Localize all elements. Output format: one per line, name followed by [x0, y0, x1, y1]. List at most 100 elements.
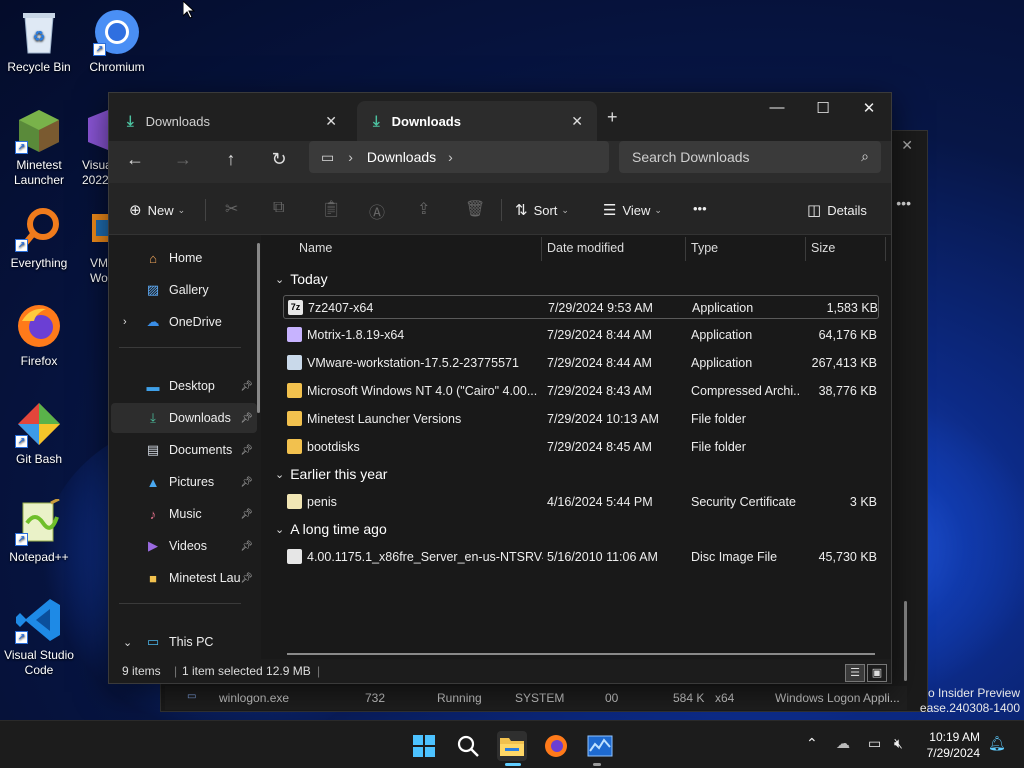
table-row[interactable]: 4.00.1175.1_x86fre_Server_en-us-NTSRV40 …	[283, 545, 879, 569]
desktop-icon-vscode[interactable]: ↗ Visual Studio Code	[1, 596, 77, 678]
taskbar-task-manager[interactable]	[585, 731, 615, 761]
column-divider[interactable]	[541, 237, 542, 261]
chevron-down-icon: ⌄	[561, 204, 569, 215]
sidebar-item-downloads[interactable]: ⤓ Downloads 📌︎	[111, 403, 257, 433]
tab-downloads-1[interactable]: ⤓ Downloads ✕	[111, 101, 351, 141]
pin-icon[interactable]: 📌︎	[240, 445, 253, 456]
sidebar-item-pictures[interactable]: ▲ Pictures 📌︎	[111, 467, 257, 497]
see-more-button[interactable]: •••	[693, 201, 707, 216]
close-tab-icon[interactable]: ✕	[325, 113, 337, 130]
table-row[interactable]: bootdisks 7/29/2024 8:45 AM File folder	[283, 435, 879, 459]
column-divider[interactable]	[885, 237, 886, 261]
table-row[interactable]: Microsoft Windows NT 4.0 ("Cairo" 4.00..…	[283, 379, 879, 403]
group-header-earlier-this-year[interactable]: ⌄ Earlier this year	[275, 466, 387, 482]
column-header-date[interactable]: Date modified	[547, 241, 624, 255]
process-name: winlogon.exe	[219, 691, 290, 705]
breadcrumb[interactable]: Downloads	[367, 149, 436, 165]
sidebar-item-documents[interactable]: ▤ Documents 📌︎	[111, 435, 257, 465]
sidebar-item-this-pc[interactable]: ⌄ ▭ This PC	[111, 627, 257, 657]
desktop-icon-recycle-bin[interactable]: ♻ Recycle Bin	[1, 8, 77, 75]
table-row[interactable]: VMware-workstation-17.5.2-23775571 7/29/…	[283, 351, 879, 375]
sidebar-item-onedrive[interactable]: › ☁ OneDrive	[111, 307, 257, 337]
maximize-button[interactable]: ☐	[811, 99, 835, 117]
group-header-a-long-time-ago[interactable]: ⌄ A long time ago	[275, 521, 387, 537]
share-icon[interactable]: ⇪	[417, 199, 430, 219]
desktop-icon-visual-studio[interactable]: Visua2022	[72, 106, 108, 188]
copy-icon[interactable]: ⧉	[273, 199, 284, 217]
address-bar[interactable]: ▭ › Downloads ›	[309, 141, 609, 173]
refresh-button[interactable]: ↻	[267, 149, 291, 170]
column-divider[interactable]	[685, 237, 686, 261]
rename-icon[interactable]: Ⓐ	[369, 199, 385, 223]
chevron-down-icon[interactable]: ⌄	[123, 636, 132, 649]
close-tab-icon[interactable]: ✕	[571, 113, 583, 130]
onedrive-offline-icon[interactable]: ☁	[836, 735, 850, 752]
sort-button[interactable]: ⇅ Sort ⌄	[515, 201, 569, 219]
desktop-icon-minetest[interactable]: ↗ Minetest Launcher	[1, 106, 77, 188]
horizontal-scrollbar[interactable]	[287, 653, 875, 655]
details-view-icon[interactable]: ☰	[845, 664, 865, 682]
tab-downloads-2[interactable]: ⤓ Downloads ✕	[357, 101, 597, 141]
table-row[interactable]: Motrix-1.8.19-x64 7/29/2024 8:44 AM Appl…	[283, 323, 879, 347]
back-button[interactable]: ←	[123, 149, 147, 170]
search-button[interactable]	[453, 731, 483, 761]
start-button[interactable]	[409, 731, 439, 761]
file-explorer-window[interactable]: ⤓ Downloads ✕ ⤓ Downloads ✕ + — ☐ ✕ ← → …	[108, 92, 892, 684]
clock[interactable]: 10:19 AM 7/29/2024	[927, 729, 980, 761]
view-button[interactable]: ☰ View ⌄	[603, 201, 662, 219]
sidebar-scrollbar[interactable]	[257, 243, 260, 413]
sidebar-item-videos[interactable]: ▶ Videos 📌︎	[111, 531, 257, 561]
volume-muted-icon[interactable]: 🔇︎	[894, 735, 903, 752]
pin-icon[interactable]: 📌︎	[240, 573, 253, 584]
sidebar-item-desktop[interactable]: ▬ Desktop 📌︎	[111, 371, 257, 401]
column-header-size[interactable]: Size	[811, 241, 835, 255]
pin-icon[interactable]: 📌︎	[240, 541, 253, 552]
column-divider[interactable]	[805, 237, 806, 261]
desktop-icon-notepadpp[interactable]: ↗ Notepad++	[1, 498, 77, 565]
up-button[interactable]: ↑	[219, 149, 243, 170]
table-row[interactable]: penis 4/16/2024 5:44 PM Security Certifi…	[283, 490, 879, 514]
close-button[interactable]: ✕	[857, 99, 881, 117]
close-icon[interactable]: ✕	[901, 137, 913, 154]
column-header-name[interactable]: Name	[299, 241, 332, 255]
chevron-right-icon[interactable]: ›	[348, 149, 353, 165]
show-hidden-icons-chevron-icon[interactable]: ⌃	[806, 735, 818, 752]
tiles-view-icon[interactable]: ▣	[867, 664, 887, 682]
sidebar-item-minetest[interactable]: ■ Minetest Lau 📌︎	[111, 563, 257, 593]
sidebar-item-music[interactable]: ♪ Music 📌︎	[111, 499, 257, 529]
sidebar-item-home[interactable]: ⌂ Home	[111, 243, 257, 273]
new-button[interactable]: ⊕ New ⌄	[129, 201, 185, 219]
network-icon[interactable]: ▭	[868, 735, 881, 752]
details-button[interactable]: ◫ Details	[807, 201, 867, 219]
desktop-icon-git-bash[interactable]: ↗ Git Bash	[1, 400, 77, 467]
pin-icon[interactable]: 📌︎	[240, 381, 253, 392]
delete-icon[interactable]: 🗑︎	[465, 199, 485, 219]
desktop-icon-firefox[interactable]: Firefox	[1, 302, 77, 369]
pin-icon[interactable]: 📌︎	[240, 413, 253, 424]
column-header-type[interactable]: Type	[691, 241, 718, 255]
scrollbar[interactable]	[904, 601, 907, 681]
paste-icon[interactable]: 📋︎	[321, 199, 341, 219]
sidebar-item-gallery[interactable]: ▨ Gallery	[111, 275, 257, 305]
group-header-today[interactable]: ⌄ Today	[275, 271, 328, 287]
taskbar-firefox[interactable]	[541, 731, 571, 761]
search-input[interactable]: Search Downloads ⌕	[619, 141, 881, 173]
forward-button[interactable]: →	[171, 149, 195, 170]
desktop-icon-chromium[interactable]: ↗ Chromium	[79, 8, 155, 75]
new-tab-button[interactable]: +	[607, 107, 618, 128]
cut-icon[interactable]: ✂	[225, 199, 238, 219]
table-row[interactable]: ▭ winlogon.exe 732 Running SYSTEM 00 584…	[165, 686, 907, 710]
chevron-right-icon[interactable]: ›	[448, 149, 453, 165]
title-bar[interactable]: ⤓ Downloads ✕ ⤓ Downloads ✕ + — ☐ ✕	[109, 93, 891, 141]
pin-icon[interactable]: 📌︎	[240, 477, 253, 488]
table-row[interactable]: Minetest Launcher Versions 7/29/2024 10:…	[283, 407, 879, 431]
desktop-icon-everything[interactable]: ↗ Everything	[1, 204, 77, 271]
table-row[interactable]: 7z 7z2407-x64 7/29/2024 9:53 AM Applicat…	[283, 295, 879, 319]
minimize-button[interactable]: —	[765, 99, 789, 116]
taskbar-file-explorer[interactable]	[497, 731, 527, 761]
chevron-right-icon[interactable]: ›	[123, 316, 127, 328]
pin-icon[interactable]: 📌︎	[240, 509, 253, 520]
notification-bell-icon[interactable]: 🔔︎	[988, 735, 1006, 752]
more-icon[interactable]: •••	[896, 195, 911, 211]
desktop-icon-vmware[interactable]: VM Wo	[76, 204, 108, 286]
